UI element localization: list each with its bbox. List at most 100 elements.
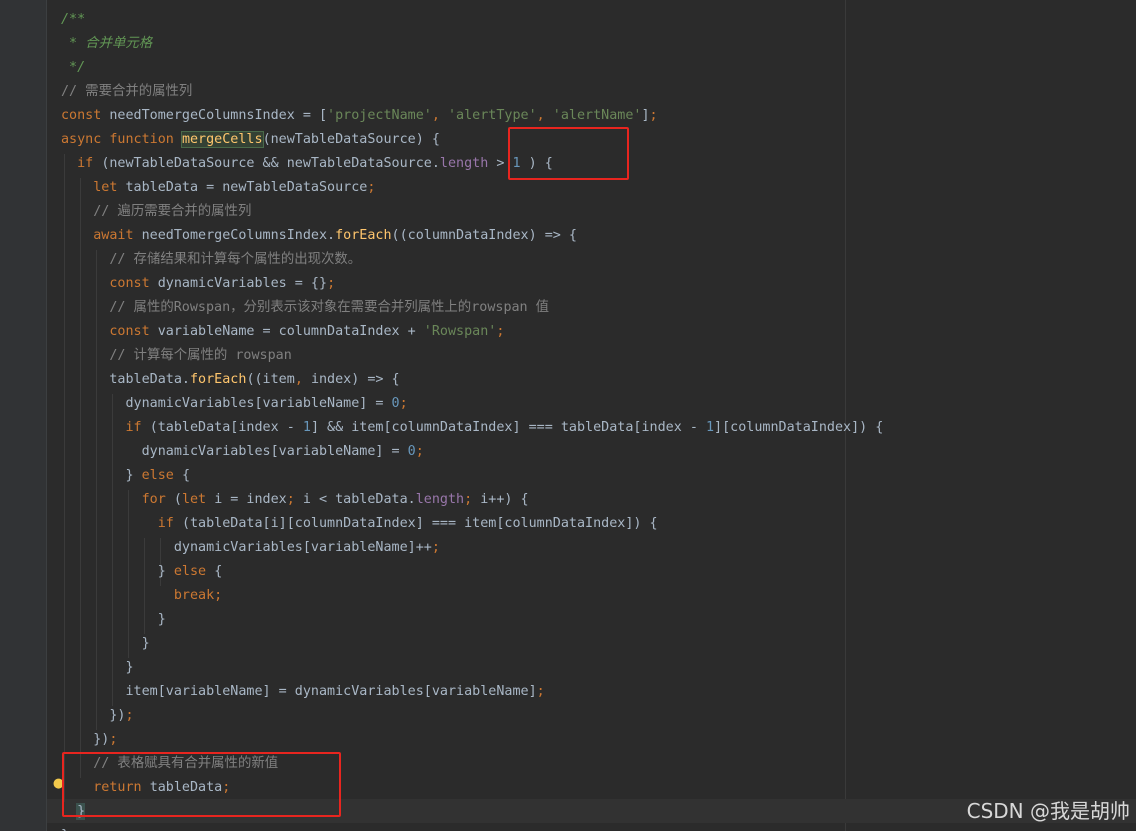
code-token: (newTableDataSource && newTableDataSourc… [101, 156, 440, 171]
code-token: { [214, 564, 223, 579]
code-line[interactable]: const variableName = columnDataIndex + '… [61, 320, 504, 344]
code-line[interactable]: /** [61, 8, 85, 32]
code-line[interactable]: // 遍历需要合并的属性列 [61, 200, 251, 224]
code-token: ; [496, 324, 505, 339]
code-token: } [61, 660, 134, 675]
code-token: dynamicVariables[variableName]++ [61, 540, 432, 555]
code-line[interactable]: item[variableName] = dynamicVariables[va… [61, 680, 545, 704]
code-token: ; [109, 732, 118, 747]
code-token: ; [536, 684, 545, 699]
code-line[interactable]: if (tableData[index - 1] && item[columnD… [61, 416, 884, 440]
code-line[interactable]: async function mergeCells(newTableDataSo… [61, 128, 440, 152]
code-line[interactable]: }); [61, 704, 133, 728]
code-line[interactable]: // 计算每个属性的 rowspan [61, 344, 292, 368]
code-token: 'projectName' [327, 108, 432, 123]
code-token: needTomergeColumnsIndex. [141, 228, 336, 243]
code-token: const [109, 276, 158, 291]
code-token: else [173, 564, 215, 579]
code-token: i++) { [480, 492, 529, 507]
code-line[interactable]: } else { [61, 464, 190, 488]
code-token: // 计算每个属性的 rowspan [61, 348, 292, 363]
code-line[interactable]: // 属性的Rowspan，分别表示该对象在需要合并列属性上的rowspan 值 [61, 296, 549, 320]
code-token: 1 [302, 420, 311, 435]
code-line[interactable]: } [61, 632, 150, 656]
code-editor[interactable]: /** * 合并单元格 */ // 需要合并的属性列 const needTomer… [0, 0, 1136, 831]
code-line[interactable]: tableData.forEach((item, index) => { [61, 368, 400, 392]
code-token: let [93, 180, 126, 195]
code-token: needTomergeColumnsIndex = [ [109, 108, 328, 123]
code-token: , [431, 108, 448, 123]
code-line[interactable]: for (let i = index; i < tableData.length… [61, 488, 529, 512]
code-line[interactable]: } else { [61, 560, 223, 584]
annotation-box-condition [508, 127, 629, 180]
code-token: mergeCells [180, 131, 264, 148]
code-token: let [181, 492, 215, 507]
code-token: break; [173, 588, 223, 603]
code-token: // 需要合并的属性列 [61, 84, 193, 99]
code-token: , [536, 108, 553, 123]
code-line[interactable]: dynamicVariables[variableName] = 0; [61, 440, 424, 464]
code-token: // 遍历需要合并的属性列 [61, 204, 252, 219]
code-token: ][columnDataIndex]) { [714, 420, 884, 435]
code-line[interactable]: } [61, 656, 134, 680]
code-token: ] && item[columnDataIndex] === tableData… [310, 420, 706, 435]
code-line[interactable]: if (tableData[i][columnDataIndex] === it… [61, 512, 658, 536]
code-line[interactable]: const dynamicVariables = {}; [61, 272, 335, 296]
code-token: // 属性的Rowspan，分别表示该对象在需要合并列属性上的rowspan 值 [61, 300, 550, 315]
code-line[interactable]: }); [61, 728, 117, 752]
code-line[interactable]: } [61, 824, 69, 831]
code-token: ((item [246, 372, 295, 387]
gutter-separator [46, 0, 47, 831]
code-token: for [141, 492, 174, 507]
code-token: 'alertType' [447, 108, 537, 123]
code-line[interactable]: let tableData = newTableDataSource; [61, 176, 375, 200]
code-line[interactable]: dynamicVariables[variableName]++; [61, 536, 440, 560]
code-token: (tableData[i][columnDataIndex] === item[… [181, 516, 658, 531]
code-token: } [61, 564, 174, 579]
code-token: if [77, 156, 102, 171]
code-token: ((columnDataIndex) => { [391, 228, 577, 243]
code-token: }) [61, 708, 126, 723]
code-token: const [61, 108, 110, 123]
code-token: ; [367, 180, 376, 195]
code-token: ; [399, 396, 408, 411]
code-line[interactable]: break; [61, 584, 222, 608]
code-token: dynamicVariables[variableName] = [61, 444, 408, 459]
annotation-box-return [62, 752, 341, 817]
editor-gutter[interactable] [0, 0, 46, 831]
code-token: ( [173, 492, 182, 507]
code-token: const [109, 324, 158, 339]
code-token: /** [61, 12, 86, 27]
code-line[interactable]: dynamicVariables[variableName] = 0; [61, 392, 408, 416]
code-token: */ [61, 60, 86, 75]
code-token: ] [641, 108, 650, 123]
code-token: if [157, 516, 182, 531]
code-token: ; [286, 492, 303, 507]
code-token: 'Rowspan' [423, 324, 497, 339]
code-token: variableName = columnDataIndex + [157, 324, 424, 339]
code-line[interactable]: */ [61, 56, 85, 80]
code-token: (tableData[index - [149, 420, 303, 435]
code-token: } [61, 636, 150, 651]
code-token: (newTableDataSource) { [262, 132, 440, 147]
code-line[interactable]: // 存储结果和计算每个属性的出现次数。 [61, 248, 361, 272]
code-token: dynamicVariables[variableName] = [61, 396, 392, 411]
code-token: 1 [705, 420, 715, 435]
code-token: index) => { [310, 372, 400, 387]
code-line[interactable]: * 合并单元格 [61, 32, 152, 56]
code-line[interactable]: const needTomergeColumnsIndex = ['projec… [61, 104, 658, 128]
code-line[interactable]: await needTomergeColumnsIndex.forEach((c… [61, 224, 577, 248]
code-token: length [439, 156, 489, 171]
code-token: ; [415, 444, 424, 459]
code-line[interactable]: } [61, 608, 166, 632]
code-line[interactable]: if (newTableDataSource && newTableDataSo… [61, 152, 553, 176]
code-token: await [93, 228, 142, 243]
code-line[interactable]: // 需要合并的属性列 [61, 80, 192, 104]
